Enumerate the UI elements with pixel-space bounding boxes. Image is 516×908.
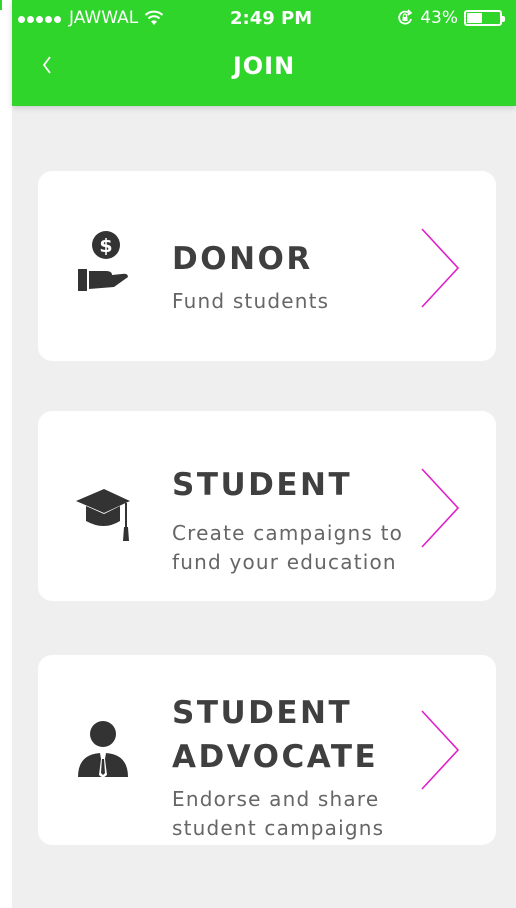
student-advocate-option-card[interactable]: STUDENT ADVOCATE Endorse and share stude…	[38, 655, 496, 845]
status-time: 2:49 PM	[230, 8, 313, 29]
carrier-name: JAWWAL	[69, 8, 139, 28]
nav-header: JAWWAL 2:49 PM 43% JOIN	[12, 0, 516, 106]
battery-fill	[467, 13, 482, 23]
student-description: Create campaigns to fund your education	[172, 521, 404, 574]
chevron-right-icon	[421, 468, 460, 548]
corner-accent	[0, 0, 2, 10]
carrier-info: JAWWAL	[18, 8, 164, 28]
person-tie-icon	[78, 721, 128, 778]
student-option-card[interactable]: STUDENT Create campaigns to fund your ed…	[38, 411, 496, 601]
orientation-lock-icon	[398, 9, 413, 25]
status-right: 43%	[396, 8, 505, 28]
wifi-icon	[145, 10, 164, 25]
donation-hand-icon: $	[78, 231, 128, 291]
app-screen: JAWWAL 2:49 PM 43% JOIN $ DONOR Fund stu…	[12, 0, 516, 908]
signal-dots-icon	[18, 8, 63, 28]
chevron-right-icon	[421, 710, 460, 790]
graduation-cap-icon	[76, 489, 130, 541]
page-title: JOIN	[232, 52, 296, 80]
donor-option-card[interactable]: $ DONOR Fund students	[38, 171, 496, 361]
battery-icon	[464, 10, 505, 26]
student-title: STUDENT	[172, 467, 353, 503]
student-advocate-title: STUDENT ADVOCATE	[172, 695, 379, 775]
svg-text:$: $	[99, 235, 112, 257]
donor-description: Fund students	[172, 289, 330, 313]
student-advocate-description: Endorse and share student campaigns	[172, 787, 385, 840]
donor-title: DONOR	[172, 241, 313, 277]
battery-percent: 43%	[420, 8, 458, 28]
chevron-right-icon	[421, 228, 460, 308]
status-bar: JAWWAL 2:49 PM 43%	[12, 0, 516, 36]
